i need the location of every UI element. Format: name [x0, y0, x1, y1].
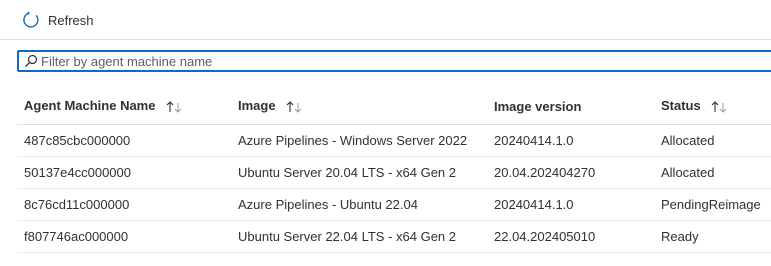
sort-icon[interactable] — [285, 100, 303, 114]
cell-image-version: 20240414.1.0 — [487, 124, 654, 157]
column-header-label: Status — [661, 98, 701, 114]
filter-box[interactable] — [17, 50, 771, 72]
table-row[interactable]: 50137e4cc000000 Ubuntu Server 20.04 LTS … — [17, 156, 771, 189]
column-header-image-version[interactable]: Image version — [487, 88, 654, 125]
column-header-status[interactable]: Status — [654, 88, 771, 125]
toolbar: Refresh — [0, 0, 771, 40]
column-header-image[interactable]: Image — [231, 88, 487, 125]
cell-image-version: 20240414.1.0 — [487, 188, 654, 221]
table-row[interactable]: 487c85cbc000000 Azure Pipelines - Window… — [17, 124, 771, 157]
cell-image: Azure Pipelines - Ubuntu 22.04 — [231, 188, 487, 221]
column-header-agent-machine-name[interactable]: Agent Machine Name — [17, 88, 231, 125]
table-row[interactable]: f807746ac000000 Ubuntu Server 22.04 LTS … — [17, 220, 771, 253]
cell-status: Ready — [654, 220, 771, 253]
agents-table: Agent Machine Name Image Image version S… — [17, 88, 771, 253]
cell-status: PendingReimage — [654, 188, 771, 221]
search-icon — [24, 54, 38, 68]
cell-image-version: 22.04.202405010 — [487, 220, 654, 253]
column-header-label: Image version — [494, 98, 582, 114]
refresh-icon — [22, 11, 40, 29]
refresh-label: Refresh — [48, 12, 94, 28]
cell-agent-machine-name: 50137e4cc000000 — [17, 156, 231, 189]
cell-agent-machine-name: 8c76cd11c000000 — [17, 188, 231, 221]
column-header-label: Image — [238, 98, 276, 114]
filter-input[interactable] — [41, 52, 761, 70]
table-row[interactable]: 8c76cd11c000000 Azure Pipelines - Ubuntu… — [17, 188, 771, 221]
cell-status: Allocated — [654, 156, 771, 189]
cell-agent-machine-name: 487c85cbc000000 — [17, 124, 231, 157]
cell-image: Azure Pipelines - Windows Server 2022 — [231, 124, 487, 157]
refresh-button[interactable]: Refresh — [22, 9, 94, 31]
cell-image-version: 20.04.202404270 — [487, 156, 654, 189]
sort-icon[interactable] — [710, 100, 728, 114]
cell-image: Ubuntu Server 22.04 LTS - x64 Gen 2 — [231, 220, 487, 253]
cell-image: Ubuntu Server 20.04 LTS - x64 Gen 2 — [231, 156, 487, 189]
sort-icon[interactable] — [165, 100, 183, 114]
cell-agent-machine-name: f807746ac000000 — [17, 220, 231, 253]
table-header-row: Agent Machine Name Image Image version S… — [17, 88, 771, 125]
column-header-label: Agent Machine Name — [24, 98, 156, 114]
cell-status: Allocated — [654, 124, 771, 157]
